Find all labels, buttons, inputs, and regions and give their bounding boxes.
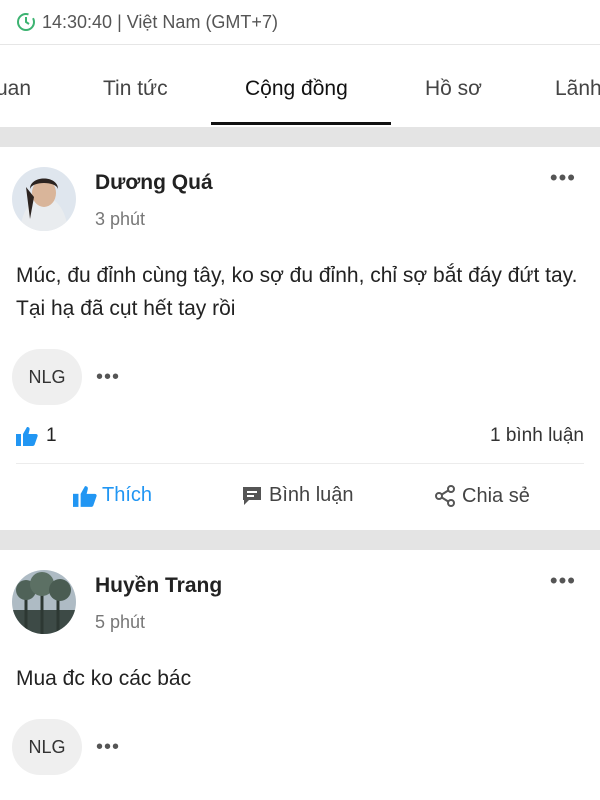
status-bar: 14:30:40 | Việt Nam (GMT+7) xyxy=(0,0,600,45)
clock-icon xyxy=(17,13,35,31)
tag-row: NLG ••• xyxy=(0,719,600,775)
share-button[interactable]: Chia sẻ xyxy=(433,484,530,508)
tab-uan[interactable]: uan xyxy=(0,77,31,101)
post-actions: Thích Bình luận Chia sẻ xyxy=(0,464,600,530)
stock-tag-chip[interactable]: NLG xyxy=(12,719,82,775)
tab-ho-so[interactable]: Hồ sơ xyxy=(425,77,482,101)
more-tags-icon[interactable]: ••• xyxy=(96,366,120,389)
avatar[interactable] xyxy=(12,570,76,634)
like-count-text: 1 xyxy=(46,425,57,446)
tab-cong-dong[interactable]: Cộng đồng xyxy=(245,77,348,101)
stock-tag-chip[interactable]: NLG xyxy=(12,349,82,405)
comment-button[interactable]: Bình luận xyxy=(240,484,354,507)
more-horizontal-icon[interactable]: ••• xyxy=(550,167,576,189)
tab-lanh[interactable]: Lãnh xyxy=(555,77,600,101)
avatar[interactable] xyxy=(12,167,76,231)
post-author[interactable]: Dương Quá xyxy=(95,171,213,195)
post-card: Huyền Trang 5 phút ••• Mua đc ko các bác… xyxy=(0,550,600,775)
share-icon xyxy=(435,485,455,507)
comment-icon xyxy=(243,486,261,505)
post-content: Mua đc ko các bác xyxy=(16,667,192,690)
post-card: Dương Quá 3 phút ••• Múc, đu đỉnh cùng t… xyxy=(0,147,600,530)
post-content: Múc, đu đỉnh cùng tây, ko sợ đu đỉnh, ch… xyxy=(16,264,578,320)
tab-bar: uan Tin tức Cộng đồng Hồ sơ Lãnh xyxy=(0,45,600,127)
post-header: Huyền Trang 5 phút ••• xyxy=(0,550,600,636)
post-stats: 1 1 bình luận xyxy=(16,405,584,464)
status-clock-text: 14:30:40 | Việt Nam (GMT+7) xyxy=(42,11,278,32)
like-button[interactable]: Thích xyxy=(73,484,152,507)
section-divider xyxy=(0,127,600,147)
tag-row: NLG ••• xyxy=(0,349,600,405)
active-tab-indicator xyxy=(211,122,391,125)
tab-tin-tuc[interactable]: Tin tức xyxy=(103,77,168,101)
more-horizontal-icon[interactable]: ••• xyxy=(550,570,576,592)
post-time: 5 phút xyxy=(95,612,146,632)
post-author[interactable]: Huyền Trang xyxy=(95,574,222,598)
comment-count[interactable]: 1 bình luận xyxy=(490,425,584,447)
post-time: 3 phút xyxy=(95,209,146,229)
section-divider xyxy=(0,530,600,550)
thumbs-up-icon xyxy=(16,427,38,446)
post-header: Dương Quá 3 phút ••• xyxy=(0,147,600,233)
more-tags-icon[interactable]: ••• xyxy=(96,736,120,759)
comment-button-label: Bình luận xyxy=(269,484,354,506)
share-button-label: Chia sẻ xyxy=(462,484,530,507)
like-count[interactable]: 1 xyxy=(16,425,57,447)
like-button-label: Thích xyxy=(102,484,153,506)
thumbs-up-icon xyxy=(73,485,97,507)
